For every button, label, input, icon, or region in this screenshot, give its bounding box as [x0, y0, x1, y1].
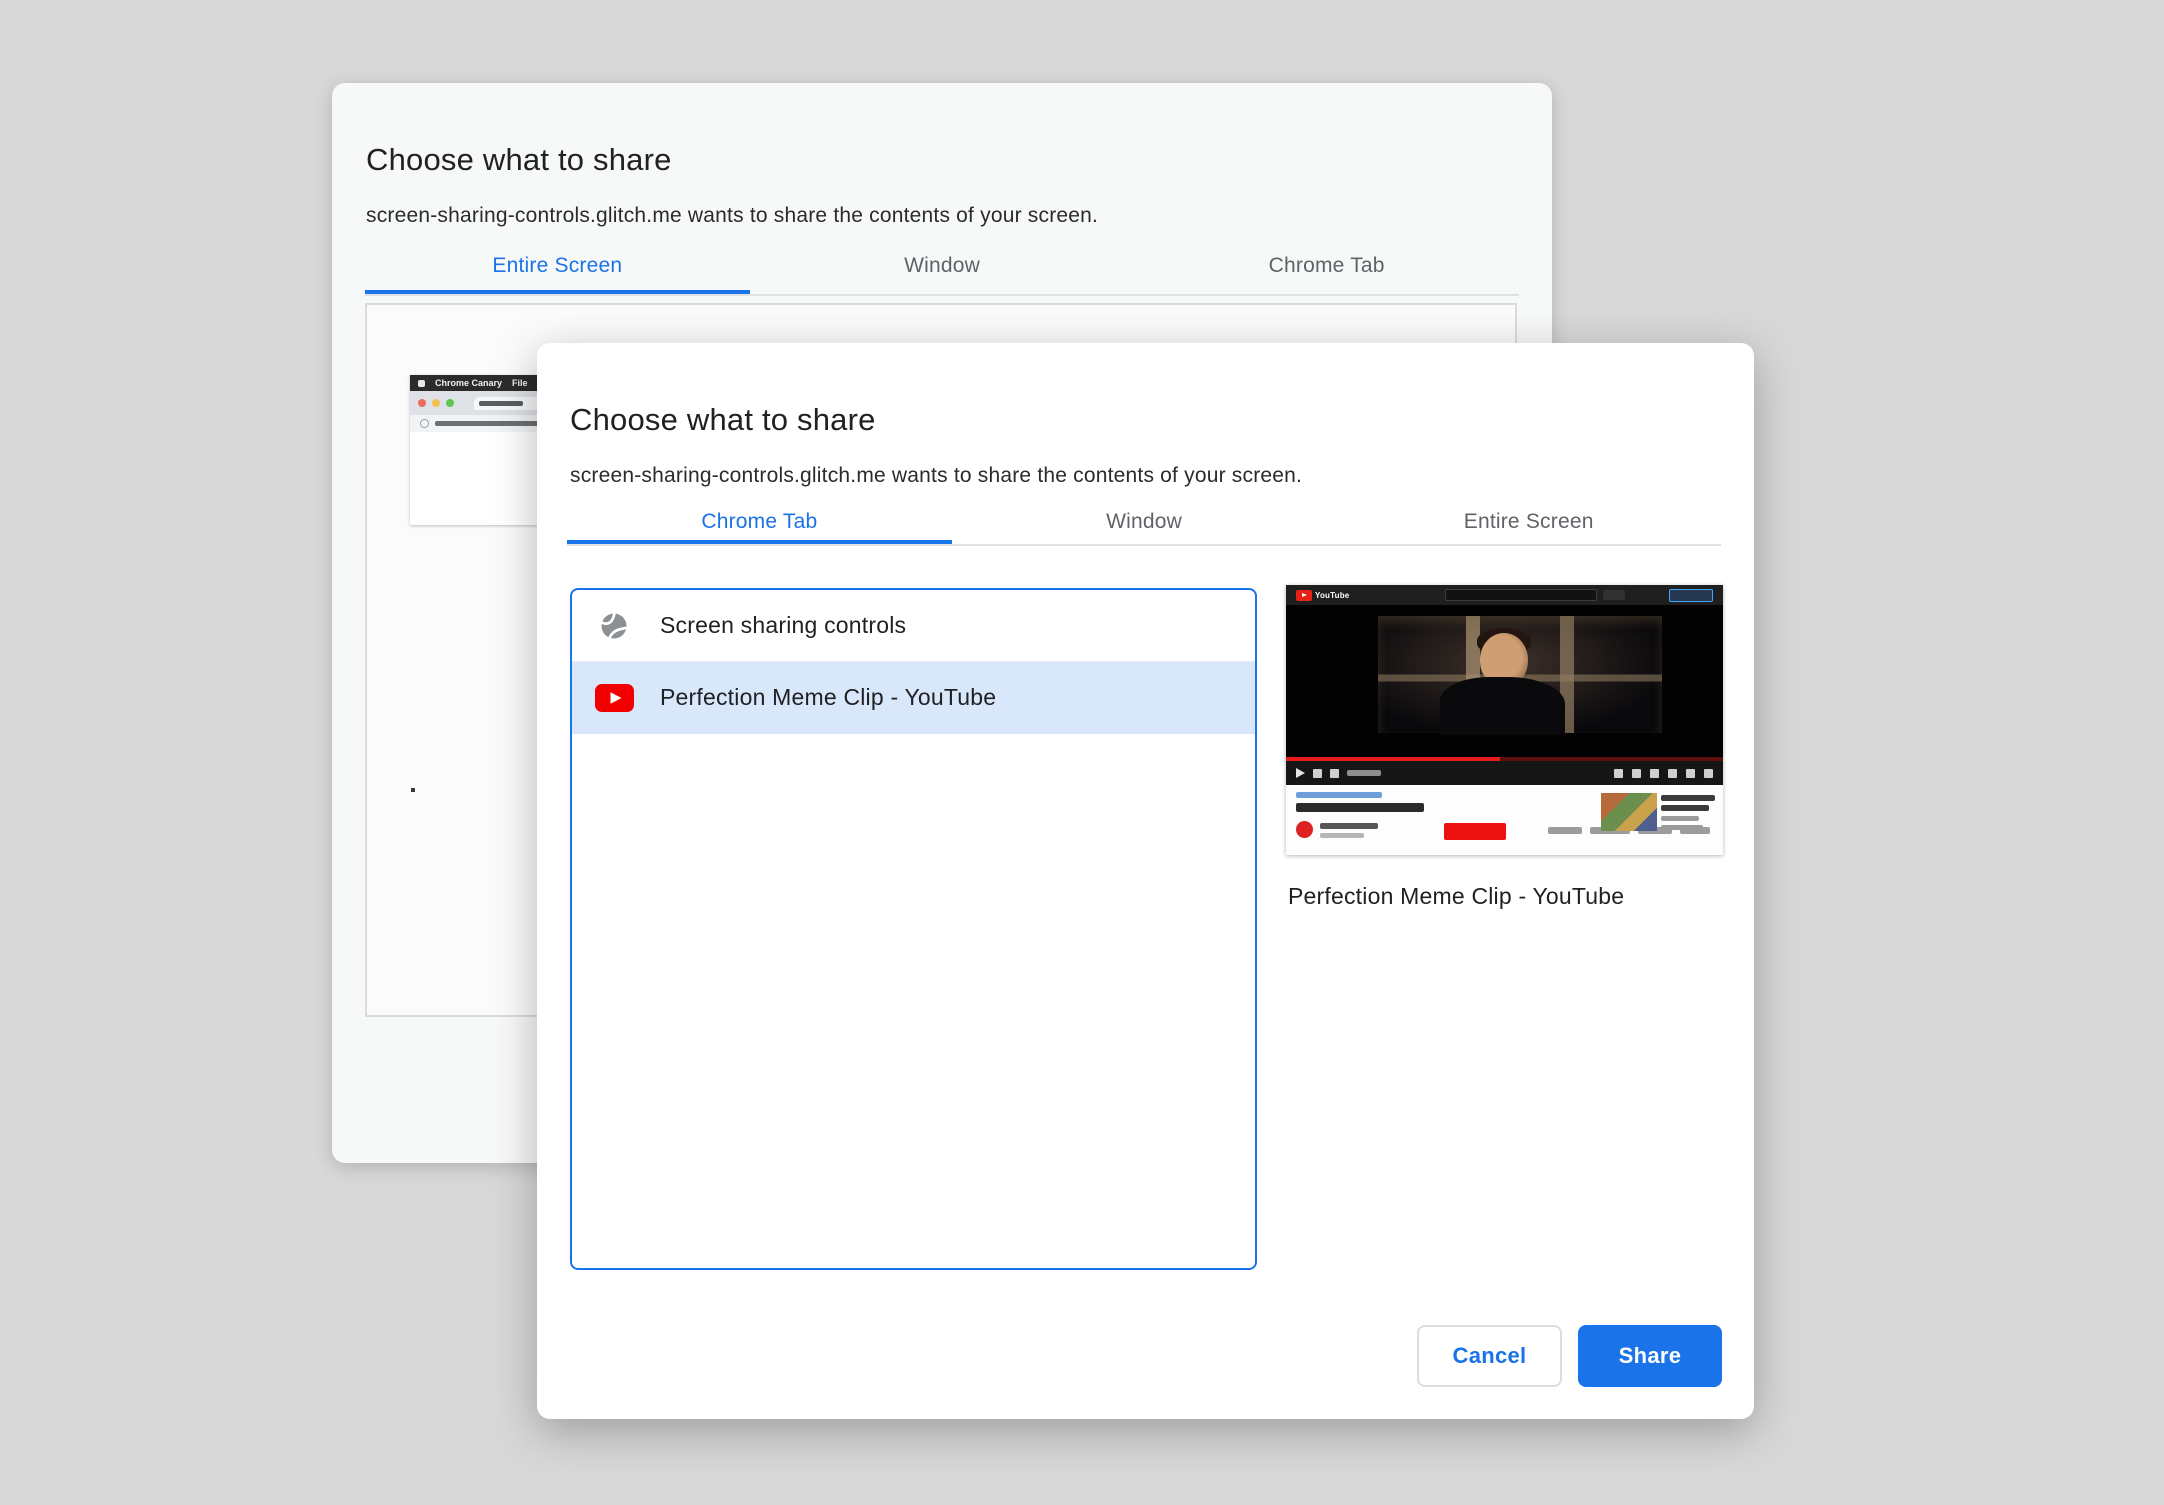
tab-label: Entire Screen: [492, 254, 623, 277]
list-item-screen-sharing-controls[interactable]: Screen sharing controls: [572, 590, 1255, 662]
search-bar: [1445, 589, 1598, 601]
tab-label: Chrome Tab: [701, 510, 818, 533]
theater-icon: [1686, 768, 1695, 778]
close-window-icon: [418, 399, 426, 407]
channel-name-bar: [1320, 823, 1378, 829]
channel-avatar: [1296, 821, 1313, 838]
related-title-bar: [1661, 795, 1715, 801]
tab-label: Entire Screen: [1463, 510, 1594, 533]
subscribe-button: [1444, 823, 1506, 840]
tab-preview-thumbnail: YouTube: [1286, 585, 1723, 855]
actor-torso: [1440, 676, 1566, 736]
player-controls: [1286, 761, 1723, 785]
share-button[interactable]: Share: [1578, 1325, 1722, 1387]
captions-icon: [1632, 768, 1641, 778]
like-button-bar: [1548, 827, 1582, 834]
mini-menubar-app: Chrome Canary: [435, 378, 503, 388]
youtube-icon: [594, 683, 634, 712]
dialog-subtitle: screen-sharing-controls.glitch.me wants …: [570, 464, 1303, 487]
movie-frame: [1377, 616, 1662, 736]
youtube-masthead: YouTube: [1286, 585, 1723, 605]
tab-label: Window: [904, 254, 980, 277]
tab-label: Chrome Tab: [1268, 254, 1385, 277]
minimize-window-icon: [432, 399, 440, 407]
video-player: [1286, 605, 1723, 765]
video-title-bar: [1296, 803, 1424, 812]
fullscreen-icon: [1704, 768, 1713, 778]
list-item-perfection-meme-clip[interactable]: Perfection Meme Clip - YouTube: [572, 662, 1255, 734]
tab-entire-screen[interactable]: Entire Screen: [365, 240, 750, 294]
tab-title: Screen sharing controls: [660, 612, 907, 638]
youtube-logo-icon: YouTube: [1296, 589, 1349, 601]
related-views-bar: [1661, 825, 1703, 830]
autoplay-icon: [1614, 768, 1623, 778]
dialog-title: Choose what to share: [366, 141, 672, 177]
tab-label: Window: [1106, 510, 1182, 533]
time-display: [1347, 770, 1381, 776]
miniplayer-icon: [1668, 768, 1677, 778]
related-channel-bar: [1661, 816, 1699, 821]
volume-icon: [1330, 768, 1339, 778]
share-dialog: Choose what to share screen-sharing-cont…: [537, 343, 1754, 1419]
sign-in-button: [1669, 588, 1713, 602]
dialog-subtitle: screen-sharing-controls.glitch.me wants …: [366, 204, 1099, 227]
video-info-strip: [1286, 785, 1723, 855]
play-icon: [1296, 768, 1305, 778]
next-icon: [1313, 768, 1322, 778]
dialog-title: Choose what to share: [570, 401, 876, 437]
preview-caption: Perfection Meme Clip - YouTube: [1288, 883, 1625, 909]
tab-title: Perfection Meme Clip - YouTube: [660, 684, 997, 710]
apple-menu-icon: [418, 379, 425, 387]
settings-icon: [1650, 768, 1659, 778]
hashtag-links-bar: [1296, 792, 1382, 798]
tab-window[interactable]: Window: [952, 496, 1337, 544]
zoom-window-icon: [446, 399, 454, 407]
screen: Choose what to share screen-sharing-cont…: [0, 0, 2164, 1505]
cancel-button[interactable]: Cancel: [1417, 1325, 1562, 1387]
tab-chrome-tab[interactable]: Chrome Tab: [567, 496, 952, 544]
tab-chrome-tab[interactable]: Chrome Tab: [1134, 240, 1519, 294]
source-tabstrip: Entire Screen Window Chrome Tab: [365, 240, 1519, 296]
screenshot-artifact-dot: [411, 788, 415, 792]
related-video-thumbnail: [1601, 793, 1657, 831]
subscriber-count-bar: [1320, 833, 1364, 838]
related-title-bar-2: [1661, 805, 1709, 811]
chrome-tab-list: Screen sharing controls Perfection Meme …: [570, 588, 1257, 1270]
globe-icon: [594, 611, 634, 641]
search-icon: [1603, 590, 1626, 600]
reload-icon: [420, 419, 429, 428]
tab-window[interactable]: Window: [750, 240, 1135, 294]
source-tabstrip: Chrome Tab Window Entire Screen: [567, 496, 1721, 546]
mini-menubar-item: File: [512, 378, 528, 388]
tab-entire-screen[interactable]: Entire Screen: [1336, 496, 1721, 544]
